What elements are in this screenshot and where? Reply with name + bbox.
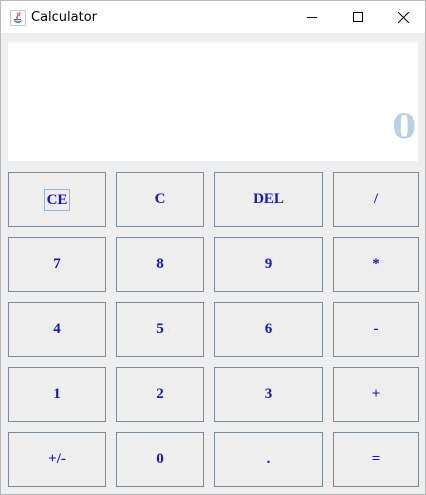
title-bar[interactable]: Calculator [1,1,425,33]
close-button[interactable] [380,1,426,33]
digit-8-button[interactable]: 8 [116,237,204,292]
add-button[interactable]: + [333,367,419,422]
maximize-button[interactable] [335,1,381,33]
close-icon [397,11,409,23]
divide-button[interactable]: / [333,172,419,227]
digit-2-button[interactable]: 2 [116,367,204,422]
minimize-button[interactable] [289,1,335,33]
equals-button[interactable]: = [333,432,419,487]
subtract-button[interactable]: - [333,302,419,357]
digit-0-button[interactable]: 0 [116,432,204,487]
digit-1-button[interactable]: 1 [8,367,106,422]
clear-entry-button[interactable]: CE [8,172,106,227]
digit-3-button[interactable]: 3 [214,367,323,422]
clear-button[interactable]: C [116,172,204,227]
display-value: 0 [392,107,416,147]
minimize-icon [307,12,317,22]
digit-7-button[interactable]: 7 [8,237,106,292]
clear-entry-label: CE [43,188,71,211]
multiply-button[interactable]: * [333,237,419,292]
digit-4-button[interactable]: 4 [8,302,106,357]
digit-6-button[interactable]: 6 [214,302,323,357]
decimal-button[interactable]: . [214,432,323,487]
calculator-window: Calculator 0 CE C DEL / 7 8 9 * 4 5 6 - [0,0,426,495]
delete-button[interactable]: DEL [214,172,323,227]
digit-5-button[interactable]: 5 [116,302,204,357]
maximize-icon [353,12,363,22]
java-cup-icon [10,10,26,26]
result-display: 0 [8,42,418,161]
window-title: Calculator [31,10,98,25]
digit-9-button[interactable]: 9 [214,237,323,292]
negate-button[interactable]: +/- [8,432,106,487]
